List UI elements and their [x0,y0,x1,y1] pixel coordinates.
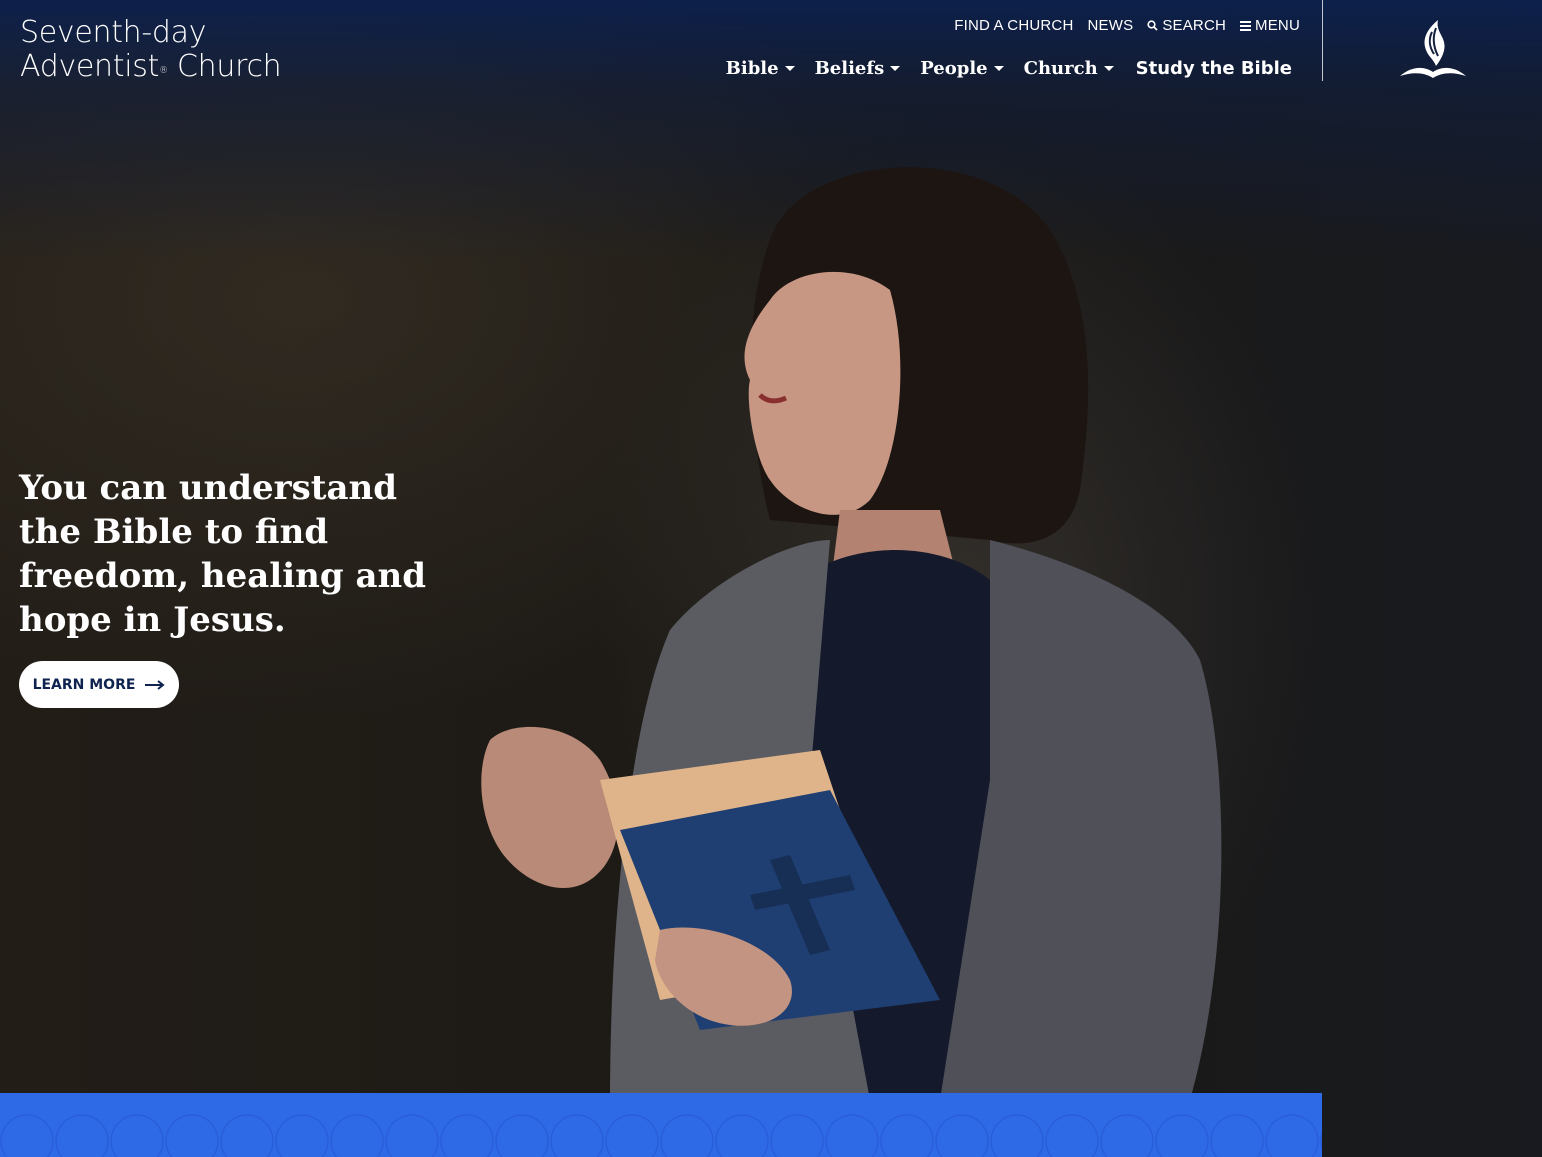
search-icon [1147,20,1158,31]
search-button[interactable]: SEARCH [1147,17,1226,34]
nav-people-dropdown[interactable]: People [920,58,1004,79]
sda-flame-bible-icon[interactable] [1398,16,1468,80]
hero-headline: You can understand the Bible to find fre… [19,468,426,640]
nav-bible-label: Bible [725,58,779,79]
logo-line-3: Church [177,49,282,84]
find-a-church-link[interactable]: FIND A CHURCH [954,17,1073,34]
nav-beliefs-dropdown[interactable]: Beliefs [815,58,901,79]
header-divider [1322,0,1323,81]
nav-beliefs-label: Beliefs [814,58,885,79]
menu-label: MENU [1255,17,1300,34]
search-label: SEARCH [1162,17,1227,34]
nav-people-label: People [920,58,988,79]
chevron-down-icon [1103,66,1114,71]
chevron-down-icon [993,66,1004,71]
main-nav: Bible Beliefs People Church Study the Bi… [726,58,1292,79]
news-link[interactable]: NEWS [1088,17,1134,34]
nav-church-label: Church [1023,58,1098,79]
utility-nav: FIND A CHURCH NEWS SEARCH MENU [954,17,1300,34]
learn-more-label: LEARN MORE [32,676,136,693]
hamburger-icon [1240,20,1252,31]
blue-pattern-band [0,1093,1322,1157]
nav-bible-dropdown[interactable]: Bible [726,58,795,79]
study-the-bible-link[interactable]: Study the Bible [1136,58,1292,79]
logo-line-2: Adventist [20,49,160,84]
site-logo-wordmark[interactable]: Seventh-day Adventist® Church [20,15,282,84]
menu-button[interactable]: MENU [1240,17,1300,34]
chevron-down-icon [784,66,795,71]
hero-photo-woman-with-bible [481,167,1222,1100]
logo-line-1: Seventh-day [20,15,207,50]
arrow-right-icon [145,679,166,690]
registered-mark: ® [159,66,168,76]
chevron-down-icon [890,66,901,71]
nav-church-dropdown[interactable]: Church [1024,58,1114,79]
learn-more-button[interactable]: LEARN MORE [19,661,179,708]
news-label: NEWS [1087,17,1134,34]
find-a-church-label: FIND A CHURCH [954,17,1074,34]
